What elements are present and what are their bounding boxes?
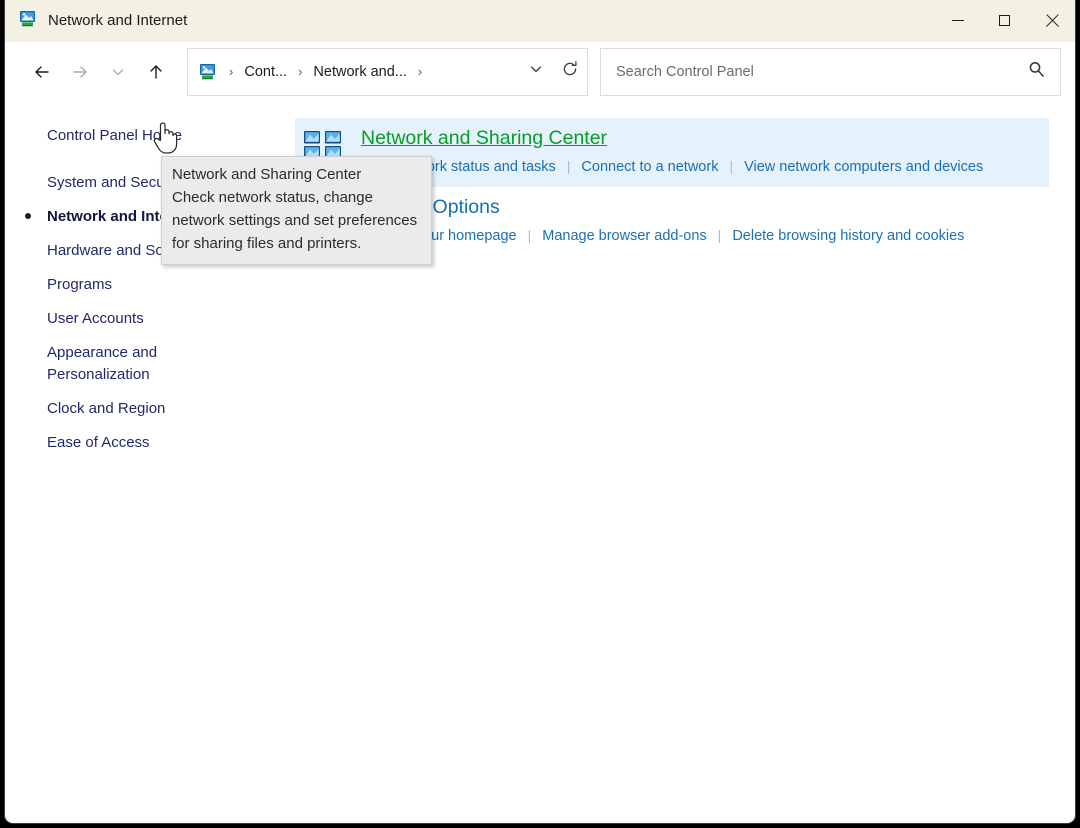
sidebar-item-clock-and-region[interactable]: Clock and Region	[5, 392, 295, 426]
breadcrumb-separator-2[interactable]: ›	[414, 65, 426, 78]
category-links: View network status and tasks | Connect …	[361, 156, 1049, 178]
category-body: Network and Sharing Center View network …	[361, 125, 1049, 178]
search-input[interactable]	[616, 64, 1027, 80]
minimize-button[interactable]	[934, 0, 981, 42]
breadcrumb-control-panel[interactable]: Cont...	[239, 60, 292, 84]
navigation-bar: › Cont... › Network and... ›	[5, 42, 1075, 101]
category-body: Internet Options Change your homepage | …	[361, 194, 1049, 247]
link-separator: |	[707, 225, 733, 246]
link-connect-to-a-network[interactable]: Connect to a network	[581, 157, 718, 178]
link-manage-browser-add-ons[interactable]: Manage browser add-ons	[542, 226, 706, 247]
search-box[interactable]	[600, 48, 1061, 96]
category-list: Network and Sharing Center View network …	[295, 101, 1075, 822]
sidebar-item-appearance-and-personalization[interactable]: Appearance and Personalization	[5, 336, 295, 392]
breadcrumb-separator-1: ›	[294, 65, 306, 78]
breadcrumb-control-panel-icon	[198, 62, 217, 81]
tooltip-line-1: Check network status, change	[172, 186, 421, 209]
sidebar-item-control-panel-home[interactable]: Control Panel Home	[5, 119, 295, 153]
sidebar-item-label: Appearance and Personalization	[47, 344, 157, 383]
arrow-up-icon	[146, 62, 166, 82]
breadcrumb: › Cont... › Network and... ›	[198, 60, 519, 84]
sidebar-item-label: Control Panel Home	[47, 127, 182, 144]
window-controls	[934, 0, 1075, 42]
breadcrumb-network-and-internet[interactable]: Network and...	[308, 60, 412, 84]
sidebar-item-user-accounts[interactable]: User Accounts	[5, 302, 295, 336]
link-delete-browsing-history-and-cookies[interactable]: Delete browsing history and cookies	[732, 226, 964, 247]
network-internet-icon	[18, 9, 37, 33]
window-title: Network and Internet	[48, 12, 187, 29]
close-button[interactable]	[1028, 0, 1075, 42]
sidebar-item-label: User Accounts	[47, 310, 144, 327]
address-bar-actions	[519, 53, 587, 91]
tooltip-line-3: for sharing files and printers.	[172, 232, 421, 255]
link-separator: |	[517, 225, 543, 246]
back-button[interactable]	[23, 53, 61, 91]
title-bar-left: Network and Internet	[5, 9, 934, 33]
sidebar-item-ease-of-access[interactable]: Ease of Access	[5, 426, 295, 460]
forward-button[interactable]	[61, 53, 99, 91]
arrow-right-icon	[70, 62, 90, 82]
sidebar-item-label: Clock and Region	[47, 400, 165, 417]
link-separator: |	[718, 156, 744, 177]
category-title-link[interactable]: Network and Sharing Center	[361, 125, 607, 151]
link-separator: |	[556, 156, 582, 177]
sidebar-item-label: Ease of Access	[47, 434, 150, 451]
refresh-button[interactable]	[553, 53, 587, 91]
control-panel-window: Network and Internet	[4, 0, 1076, 824]
tooltip-line-2: network settings and set preferences	[172, 209, 421, 232]
close-icon	[1045, 14, 1059, 28]
previous-locations-button[interactable]	[519, 53, 553, 91]
selected-bullet-icon	[25, 213, 31, 219]
title-bar[interactable]: Network and Internet	[5, 0, 1075, 42]
search-icon[interactable]	[1027, 60, 1046, 84]
breadcrumb-separator-0: ›	[225, 65, 237, 78]
content-area: Control Panel Home System and Security N…	[5, 101, 1075, 822]
tooltip: Network and Sharing Center Check network…	[161, 156, 432, 265]
minimize-icon	[952, 20, 964, 21]
chevron-down-icon	[528, 61, 544, 82]
maximize-icon	[999, 15, 1010, 26]
chevron-down-icon	[110, 64, 126, 80]
maximize-button[interactable]	[981, 0, 1028, 42]
arrow-left-icon	[32, 62, 52, 82]
link-view-network-computers-and-devices[interactable]: View network computers and devices	[744, 157, 983, 178]
tooltip-line-title: Network and Sharing Center	[172, 163, 421, 186]
up-button[interactable]	[137, 53, 175, 91]
category-links: Change your homepage | Manage browser ad…	[361, 225, 1049, 247]
address-bar[interactable]: › Cont... › Network and... ›	[187, 48, 588, 96]
sidebar-item-label: Programs	[47, 276, 112, 293]
recent-locations-button[interactable]	[99, 53, 137, 91]
refresh-icon	[561, 60, 579, 83]
sidebar-item-programs[interactable]: Programs	[5, 268, 295, 302]
